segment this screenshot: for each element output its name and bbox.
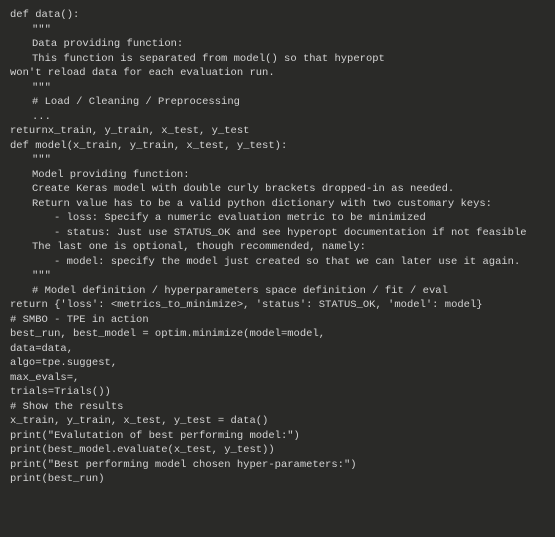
code-line: print(best_run) xyxy=(10,472,545,487)
code-line: - loss: Specify a numeric evaluation met… xyxy=(10,211,545,226)
code-line: print(best_model.evaluate(x_test, y_test… xyxy=(10,443,545,458)
code-block: def data():"""Data providing function:Th… xyxy=(10,8,545,487)
code-line: def model(x_train, y_train, x_test, y_te… xyxy=(10,139,545,154)
code-line: This function is separated from model() … xyxy=(10,52,545,67)
code-line: def data(): xyxy=(10,8,545,23)
code-line: """ xyxy=(10,153,545,168)
code-line: won't reload data for each evaluation ru… xyxy=(10,66,545,81)
code-line: # Model definition / hyperparameters spa… xyxy=(10,284,545,299)
code-line: best_run, best_model = optim.minimize(mo… xyxy=(10,327,545,342)
code-line: algo=tpe.suggest, xyxy=(10,356,545,371)
code-line: """ xyxy=(10,23,545,38)
code-line: ... xyxy=(10,110,545,125)
code-line: data=data, xyxy=(10,342,545,357)
code-line: print("Evalutation of best performing mo… xyxy=(10,429,545,444)
code-line: - model: specify the model just created … xyxy=(10,255,545,270)
code-line: # SMBO - TPE in action xyxy=(10,313,545,328)
code-line: - status: Just use STATUS_OK and see hyp… xyxy=(10,226,545,241)
code-line: Model providing function: xyxy=(10,168,545,183)
code-line: The last one is optional, though recomme… xyxy=(10,240,545,255)
code-line: trials=Trials()) xyxy=(10,385,545,400)
code-line: print("Best performing model chosen hype… xyxy=(10,458,545,473)
code-line: """ xyxy=(10,269,545,284)
code-line: """ xyxy=(10,81,545,96)
code-line: x_train, y_train, x_test, y_test = data(… xyxy=(10,414,545,429)
code-line: # Load / Cleaning / Preprocessing xyxy=(10,95,545,110)
code-line: returnx_train, y_train, x_test, y_test xyxy=(10,124,545,139)
code-line: Return value has to be a valid python di… xyxy=(10,197,545,212)
code-line: max_evals=, xyxy=(10,371,545,386)
code-line: Data providing function: xyxy=(10,37,545,52)
code-line: Create Keras model with double curly bra… xyxy=(10,182,545,197)
code-line: return {'loss': <metrics_to_minimize>, '… xyxy=(10,298,545,313)
code-line: # Show the results xyxy=(10,400,545,415)
